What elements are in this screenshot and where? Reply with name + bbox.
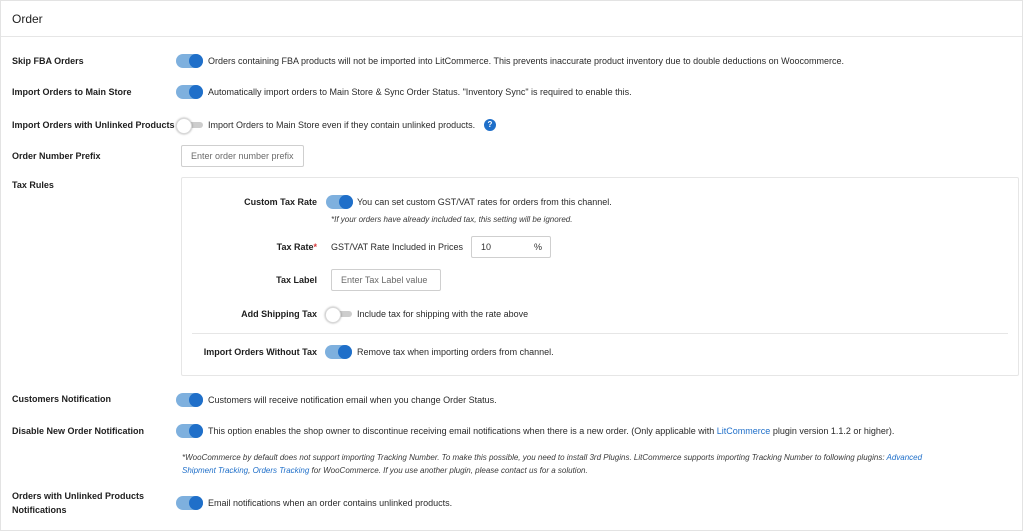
unlinked-notifications-label: Orders with Unlinked Products Notificatio…: [12, 491, 145, 515]
order-prefix-label: Order Number Prefix: [12, 151, 101, 161]
tax-divider: [192, 333, 1008, 334]
import-main-label: Import Orders to Main Store: [12, 87, 132, 97]
order-settings-card: Order Skip FBA Orders Orders containing …: [0, 0, 1023, 531]
tracking-note: *WooCommerce by default does not support…: [182, 453, 923, 475]
disable-new-order-label: Disable New Order Notification: [12, 426, 145, 436]
skip-fba-description: Orders containing FBA products will not …: [208, 56, 844, 66]
tax-rate-description: GST/VAT Rate Included in Prices: [331, 242, 464, 252]
litcommerce-link[interactable]: LitCommerce: [717, 426, 771, 436]
shipping-tax-toggle[interactable]: [325, 307, 352, 323]
customers-notification-description: Customers will receive notification emai…: [208, 395, 497, 405]
orders-tracking-link[interactable]: Orders Tracking: [253, 466, 310, 475]
disable-new-order-toggle[interactable]: [176, 424, 203, 438]
disable-new-order-description: This option enables the shop owner to di…: [208, 426, 895, 436]
import-unlinked-description: Import Orders to Main Store even if they…: [208, 120, 476, 130]
customers-notification-toggle[interactable]: [176, 393, 203, 407]
tax-label-label: Tax Label: [276, 275, 317, 285]
custom-tax-rate-label: Custom Tax Rate: [244, 197, 317, 207]
tax-rate-label: Tax Rate*: [276, 242, 317, 252]
page-title: Order: [12, 12, 43, 26]
unlinked-notifications-description: Email notifications when an order contai…: [208, 498, 453, 508]
help-icon[interactable]: ?: [484, 119, 496, 131]
shipping-tax-description: Include tax for shipping with the rate a…: [357, 309, 529, 319]
card-header: Order: [1, 1, 1022, 37]
custom-tax-rate-toggle[interactable]: [326, 195, 353, 209]
import-unlinked-label: Import Orders with Unlinked Products: [12, 120, 175, 130]
import-main-toggle[interactable]: [176, 85, 203, 99]
import-unlinked-toggle[interactable]: [176, 118, 203, 134]
without-tax-label: Import Orders Without Tax: [203, 347, 317, 357]
import-main-description: Automatically import orders to Main Stor…: [208, 87, 632, 97]
unlinked-notifications-toggle[interactable]: [176, 496, 203, 510]
percent-unit: %: [534, 242, 543, 252]
order-prefix-input[interactable]: [181, 145, 304, 167]
tax-rules-label: Tax Rules: [12, 180, 54, 190]
custom-tax-rate-description: You can set custom GST/VAT rates for ord…: [357, 197, 612, 207]
without-tax-toggle[interactable]: [325, 345, 352, 359]
custom-tax-rate-note: *If your orders have already included ta…: [331, 215, 573, 224]
shipping-tax-label: Add Shipping Tax: [241, 309, 317, 319]
required-mark: *: [313, 242, 317, 252]
skip-fba-label: Skip FBA Orders: [12, 56, 84, 66]
without-tax-description: Remove tax when importing orders from ch…: [357, 347, 554, 357]
customers-notification-label: Customers Notification: [12, 394, 112, 404]
skip-fba-toggle[interactable]: [176, 54, 203, 68]
tax-label-input[interactable]: [331, 269, 441, 291]
